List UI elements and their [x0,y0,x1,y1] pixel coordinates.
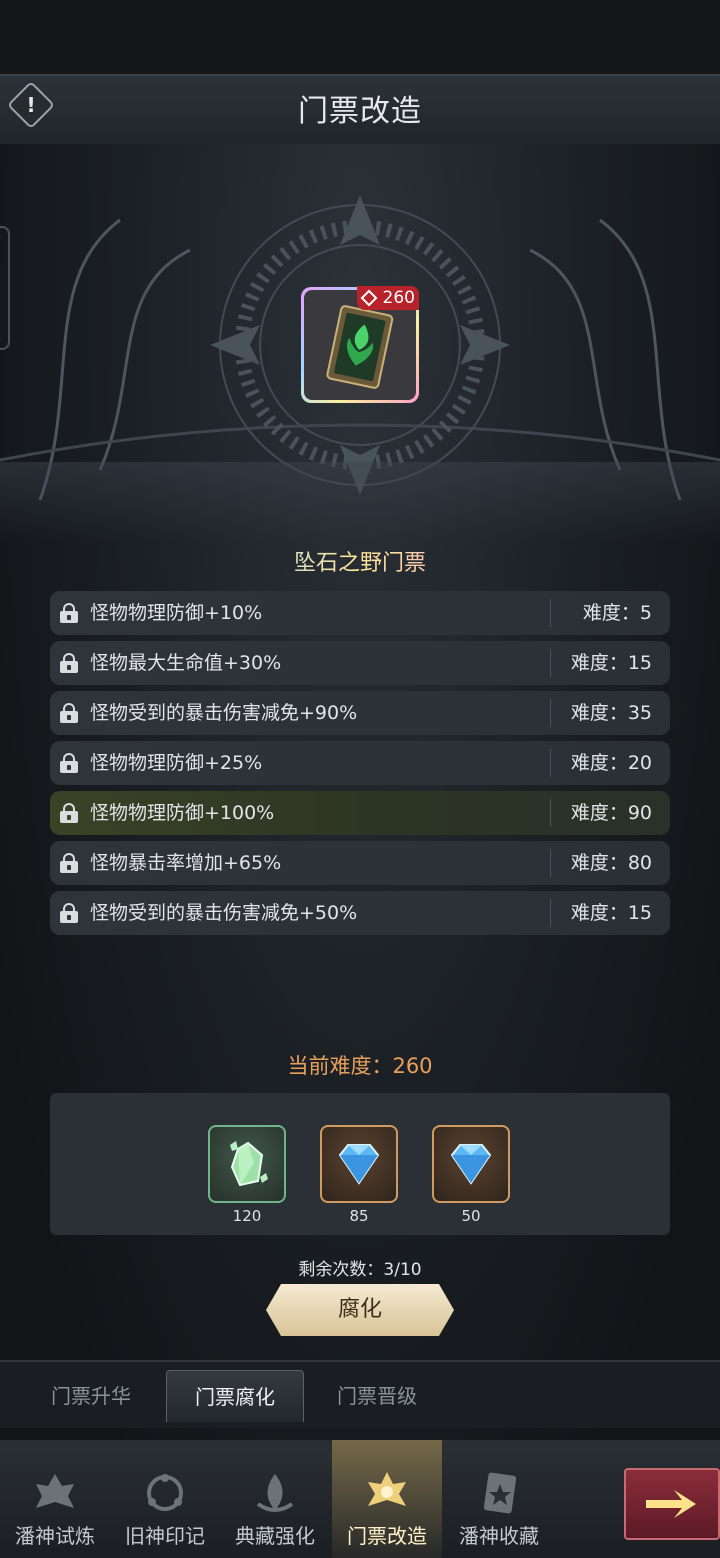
cost-item-crystal[interactable] [208,1125,286,1203]
flame-emblem-icon [256,1474,294,1512]
lock-icon[interactable] [60,703,78,723]
modifier-text: 怪物物理防御+25% [90,752,263,774]
modifier-row[interactable]: 怪物受到的暴击伤害减免+50% 难度：15 [50,891,670,935]
diamond-icon [360,289,378,307]
modifier-row[interactable]: 怪物最大生命值+30% 难度：15 [50,641,670,685]
nav-label: 门票改造 [347,1524,427,1548]
tab-ticket-sublimation[interactable]: 门票升华 [22,1370,160,1422]
status-bar-area [0,0,720,74]
tab-ticket-corruption[interactable]: 门票腐化 [166,1370,304,1422]
modifier-row[interactable]: 怪物受到的暴击伤害减免+90% 难度：35 [50,691,670,735]
nav-ticket-modify[interactable]: 门票改造 [332,1440,442,1558]
crest-icon [36,1474,74,1508]
golden-crest-icon [368,1472,406,1506]
modifier-difficulty: 难度：90 [570,802,652,824]
nav-old-god-mark[interactable]: 旧神印记 [110,1440,220,1558]
cost-panel: 120 85 50 [50,1093,670,1235]
modifier-row[interactable]: 怪物物理防御+25% 难度：20 [50,741,670,785]
sub-tab-bar: 门票升华 门票腐化 门票晋级 [0,1360,720,1428]
row-divider [550,899,551,927]
next-page-button[interactable] [624,1468,720,1540]
modifier-text: 怪物物理防御+100% [90,802,275,824]
cost-qty: 120 [232,1207,262,1225]
modifier-text: 怪物受到的暴击伤害减免+50% [90,902,358,924]
corrupt-button-label: 腐化 [337,1297,382,1322]
modifier-row[interactable]: 怪物暴击率增加+65% 难度：80 [50,841,670,885]
green-crystal-icon [230,1141,268,1187]
row-divider [550,799,551,827]
lock-icon[interactable] [60,753,78,773]
row-divider [550,649,551,677]
bottom-nav: 潘神试炼 旧神印记 典藏强化 门票改造 潘神收藏 [0,1440,720,1558]
cost-item-diamond[interactable] [320,1125,398,1203]
lock-icon[interactable] [60,853,78,873]
modifier-difficulty: 难度：20 [570,752,652,774]
blue-diamond-icon [450,1144,492,1185]
row-divider [550,699,551,727]
page-title: 门票改造 [298,94,422,129]
cost-qty: 50 [461,1207,481,1225]
modifier-difficulty: 难度：15 [570,902,652,924]
modifier-text: 怪物受到的暴击伤害减免+90% [90,702,358,724]
modifier-text: 怪物暴击率增加+65% [90,852,282,874]
ornate-frame-edge [0,462,720,542]
nav-label: 旧神印记 [125,1524,205,1548]
lock-icon[interactable] [60,803,78,823]
remaining-attempts: 剩余次数：3/10 [298,1260,422,1280]
ticket-name: 坠石之野门票 [0,545,720,577]
difficulty-badge: 260 [357,286,419,310]
sigil-icon [147,1474,183,1511]
modifier-row-highlighted[interactable]: 怪物物理防御+100% 难度：90 [50,791,670,835]
cost-qty: 85 [349,1207,369,1225]
modifier-difficulty: 难度：5 [582,602,652,624]
modifier-text: 怪物物理防御+10% [90,602,263,624]
arrow-right-icon [646,1490,696,1518]
nav-label: 典藏强化 [235,1524,315,1548]
blue-diamond-icon [338,1144,380,1185]
cost-item-diamond[interactable] [432,1125,510,1203]
row-divider [550,599,551,627]
badge-value: 260 [382,288,415,308]
current-difficulty: 当前难度：260 [287,1054,433,1078]
modifier-row[interactable]: 怪物物理防御+10% 难度：5 [50,591,670,635]
star-card-icon [483,1472,517,1514]
game-screen: ! 门票改造 260 坠石之野门票 怪物物理防御+10% 难度：5 怪物最大生命… [0,0,720,1558]
row-divider [550,749,551,777]
nav-collection-enhance[interactable]: 典藏强化 [220,1440,330,1558]
modifier-difficulty: 难度：15 [570,652,652,674]
lock-icon[interactable] [60,903,78,923]
modifier-difficulty: 难度：80 [570,852,652,874]
modifier-list: 怪物物理防御+10% 难度：5 怪物最大生命值+30% 难度：15 怪物受到的暴… [50,591,670,941]
tab-ticket-promotion[interactable]: 门票晋级 [308,1370,446,1422]
row-divider [550,849,551,877]
lock-icon[interactable] [60,653,78,673]
lock-icon[interactable] [60,603,78,623]
corrupt-button[interactable]: 腐化 [266,1284,454,1336]
modifier-difficulty: 难度：35 [570,702,652,724]
nav-pan-collection[interactable]: 潘神收藏 [444,1440,554,1558]
nav-pan-trial[interactable]: 潘神试炼 [0,1440,110,1558]
nav-label: 潘神收藏 [459,1524,539,1548]
modifier-text: 怪物最大生命值+30% [90,652,282,674]
nav-label: 潘神试炼 [15,1524,95,1548]
